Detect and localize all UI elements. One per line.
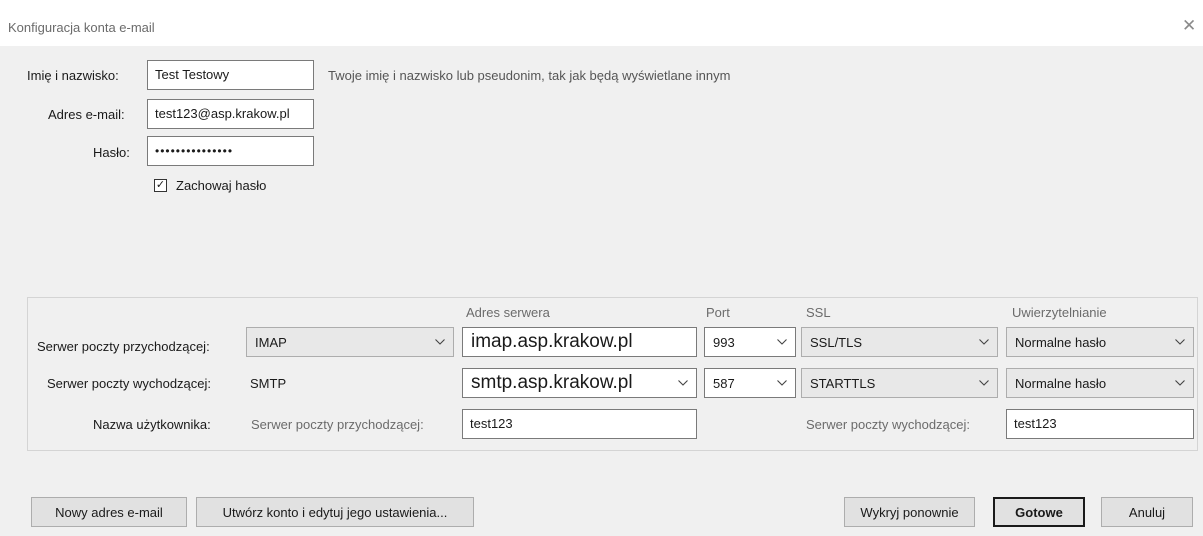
- username-incoming-label: Serwer poczty przychodzącej:: [251, 417, 424, 432]
- password-label: Hasło:: [93, 145, 130, 160]
- outgoing-protocol-value: SMTP: [250, 376, 287, 391]
- close-icon[interactable]: ✕: [1182, 16, 1196, 36]
- cancel-button[interactable]: Anuluj: [1101, 497, 1193, 527]
- chevron-down-icon: [1175, 339, 1185, 345]
- remember-password-label: Zachowaj hasło: [176, 178, 267, 193]
- outgoing-address-select[interactable]: smtp.asp.krakow.pl: [462, 368, 697, 398]
- chevron-down-icon: [979, 339, 989, 345]
- incoming-protocol-value: IMAP: [255, 334, 287, 350]
- outgoing-server-label: Serwer poczty wychodzącej:: [47, 376, 212, 391]
- outgoing-auth-select[interactable]: Normalne hasło: [1006, 368, 1194, 398]
- done-button[interactable]: Gotowe: [993, 497, 1085, 527]
- chevron-down-icon: [435, 339, 445, 345]
- incoming-ssl-value: SSL/TLS: [810, 334, 863, 350]
- incoming-address-field[interactable]: imap.asp.krakow.pl: [462, 327, 697, 357]
- incoming-auth-value: Normalne hasło: [1015, 334, 1107, 350]
- title-bar: [0, 0, 1203, 46]
- chevron-down-icon: [678, 380, 688, 386]
- incoming-protocol-select[interactable]: IMAP: [246, 327, 454, 357]
- username-outgoing-field[interactable]: test123: [1006, 409, 1194, 439]
- chevron-down-icon: [777, 380, 787, 386]
- incoming-auth-select[interactable]: Normalne hasło: [1006, 327, 1194, 357]
- create-and-edit-button[interactable]: Utwórz konto i edytuj jego ustawienia...: [196, 497, 474, 527]
- column-header-port: Port: [706, 305, 730, 320]
- column-header-address: Adres serwera: [466, 305, 550, 320]
- incoming-server-label: Serwer poczty przychodzącej:: [37, 339, 210, 354]
- name-field[interactable]: Test Testowy: [147, 60, 314, 90]
- outgoing-ssl-select[interactable]: STARTTLS: [801, 368, 998, 398]
- username-label: Nazwa użytkownika:: [93, 417, 211, 432]
- outgoing-address-value: smtp.asp.krakow.pl: [471, 372, 633, 393]
- outgoing-auth-value: Normalne hasło: [1015, 375, 1107, 391]
- outgoing-port-value: 587: [713, 375, 735, 391]
- new-address-button[interactable]: Nowy adres e-mail: [31, 497, 187, 527]
- remember-password-checkbox[interactable]: ✓: [154, 179, 167, 192]
- email-field[interactable]: test123@asp.krakow.pl: [147, 99, 314, 129]
- password-field[interactable]: •••••••••••••••: [147, 136, 314, 166]
- incoming-port-value: 993: [713, 334, 735, 350]
- outgoing-ssl-value: STARTTLS: [810, 375, 876, 391]
- chevron-down-icon: [777, 339, 787, 345]
- incoming-port-select[interactable]: 993: [704, 327, 796, 357]
- column-header-ssl: SSL: [806, 305, 831, 320]
- new-address-button-label: Nowy adres e-mail: [55, 504, 163, 520]
- name-label: Imię i nazwisko:: [27, 68, 119, 83]
- email-label: Adres e-mail:: [48, 107, 125, 122]
- window-title: Konfiguracja konta e-mail: [8, 20, 155, 35]
- username-outgoing-label: Serwer poczty wychodzącej:: [806, 417, 971, 432]
- name-hint: Twoje imię i nazwisko lub pseudonim, tak…: [328, 68, 731, 83]
- checkmark-icon: ✓: [155, 179, 166, 191]
- done-button-label: Gotowe: [1015, 504, 1063, 520]
- create-and-edit-button-label: Utwórz konto i edytuj jego ustawienia...: [222, 504, 448, 520]
- username-incoming-field[interactable]: test123: [462, 409, 697, 439]
- retest-button[interactable]: Wykryj ponownie: [844, 497, 975, 527]
- incoming-ssl-select[interactable]: SSL/TLS: [801, 327, 998, 357]
- chevron-down-icon: [1175, 380, 1185, 386]
- chevron-down-icon: [979, 380, 989, 386]
- column-header-auth: Uwierzytelnianie: [1012, 305, 1107, 320]
- outgoing-port-select[interactable]: 587: [704, 368, 796, 398]
- cancel-button-label: Anuluj: [1128, 504, 1166, 520]
- retest-button-label: Wykryj ponownie: [860, 504, 959, 520]
